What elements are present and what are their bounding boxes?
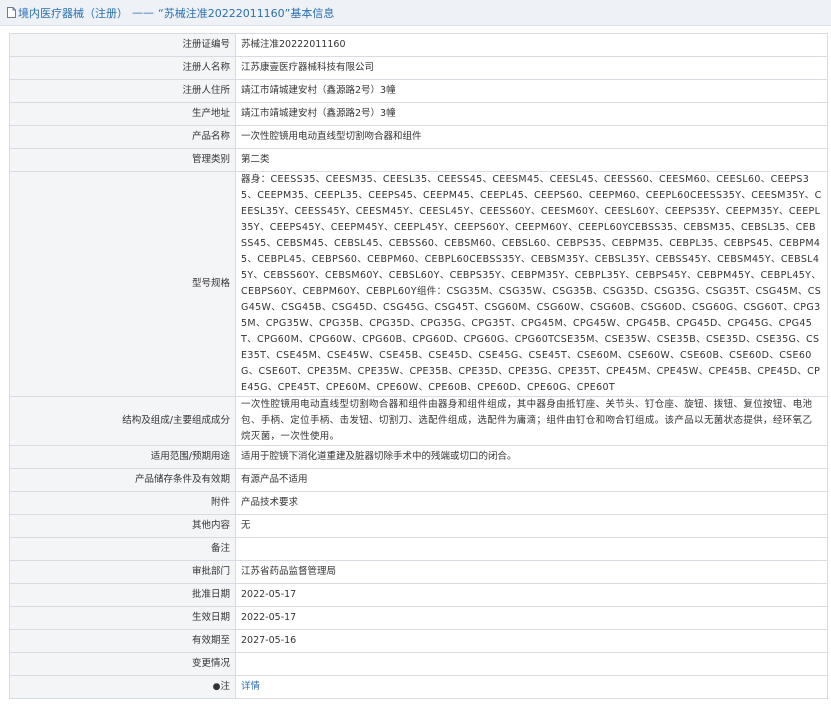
breadcrumb-category[interactable]: 境内医疗器械（注册） <box>18 5 128 21</box>
field-value: 无 <box>235 514 828 538</box>
table-row: 产品储存条件及有效期 有源产品不适用 <box>9 468 828 492</box>
table-row: 有效期至 2027-05-16 <box>9 629 828 653</box>
table-row: 结构及组成/主要组成成分 一次性腔镜用电动直线型切割吻合器和组件由器身和组件组成… <box>9 396 828 446</box>
breadcrumb-record: “苏械注准20222011160” <box>158 6 291 20</box>
field-label: 注 <box>220 681 230 692</box>
field-value: 一次性腔镜用电动直线型切割吻合器和组件 <box>235 125 828 149</box>
field-label: 注册人名称 <box>9 56 236 80</box>
field-label: 产品名称 <box>9 125 236 149</box>
note-label-cell: ●注 <box>9 675 236 699</box>
table-row: 审批部门 江苏省药品监督管理局 <box>9 560 828 584</box>
field-label: 注册证编号 <box>9 33 236 57</box>
field-label: 其他内容 <box>9 514 236 538</box>
breadcrumb-separator: —— <box>132 6 154 19</box>
field-value: 一次性腔镜用电动直线型切割吻合器和组件由器身和组件组成，其中器身由抵钉座、关节头… <box>235 396 828 446</box>
field-label: 审批部门 <box>9 560 236 584</box>
field-label: 附件 <box>9 491 236 515</box>
table-row: 备注 <box>9 537 828 561</box>
field-label: 有效期至 <box>9 629 236 653</box>
field-label: 产品储存条件及有效期 <box>9 468 236 492</box>
field-label: 批准日期 <box>9 583 236 607</box>
table-row: 变更情况 <box>9 652 828 676</box>
table-row: 管理类别 第二类 <box>9 148 828 172</box>
breadcrumb: 境内医疗器械（注册） —— “苏械注准20222011160” 基本信息 <box>0 0 831 26</box>
table-row: 注册人住所 靖江市靖城建安村（鑫源路2号）3幢 <box>9 79 828 103</box>
field-label: 生产地址 <box>9 102 236 126</box>
table-row: 生效日期 2022-05-17 <box>9 606 828 630</box>
table-row: 适用范围/预期用途 适用于腔镜下消化道重建及脏器切除手术中的残端或切口的闭合。 <box>9 445 828 469</box>
field-value: 适用于腔镜下消化道重建及脏器切除手术中的残端或切口的闭合。 <box>235 445 828 469</box>
model-spec-value: 器身：CEESS35、CEESM35、CEESL35、CEESS45、CEESM… <box>235 171 828 397</box>
field-value: 2022-05-17 <box>235 606 828 630</box>
table-row: 批准日期 2022-05-17 <box>9 583 828 607</box>
table-row: 型号规格 器身：CEESS35、CEESM35、CEESL35、CEESS45、… <box>9 171 828 397</box>
field-value: 靖江市靖城建安村（鑫源路2号）3幢 <box>235 102 828 126</box>
field-value: 有源产品不适用 <box>235 468 828 492</box>
table-row: 生产地址 靖江市靖城建安村（鑫源路2号）3幢 <box>9 102 828 126</box>
field-value: 第二类 <box>235 148 828 172</box>
field-label: 备注 <box>9 537 236 561</box>
table-row: 注册人名称 江苏康壹医疗器械科技有限公司 <box>9 56 828 80</box>
field-value <box>235 652 828 676</box>
table-row: 注册证编号 苏械注准20222011160 <box>9 33 828 57</box>
field-label: 型号规格 <box>9 171 236 397</box>
document-icon <box>7 7 16 18</box>
table-row: ●注 详情 <box>9 675 828 699</box>
field-value: 2027-05-16 <box>235 629 828 653</box>
field-value: 2022-05-17 <box>235 583 828 607</box>
field-label: 管理类别 <box>9 148 236 172</box>
field-label: 变更情况 <box>9 652 236 676</box>
field-label: 生效日期 <box>9 606 236 630</box>
field-label: 适用范围/预期用途 <box>9 445 236 469</box>
table-row: 产品名称 一次性腔镜用电动直线型切割吻合器和组件 <box>9 125 828 149</box>
table-row: 附件 产品技术要求 <box>9 491 828 515</box>
field-value: 产品技术要求 <box>235 491 828 515</box>
field-value <box>235 537 828 561</box>
table-row: 其他内容 无 <box>9 514 828 538</box>
field-value: 江苏康壹医疗器械科技有限公司 <box>235 56 828 80</box>
info-table: 注册证编号 苏械注准20222011160 注册人名称 江苏康壹医疗器械科技有限… <box>9 33 828 699</box>
field-value: 江苏省药品监督管理局 <box>235 560 828 584</box>
details-link[interactable]: 详情 <box>241 681 260 692</box>
field-value: 详情 <box>235 675 828 699</box>
field-label: 结构及组成/主要组成成分 <box>9 396 236 446</box>
field-value: 靖江市靖城建安村（鑫源路2号）3幢 <box>235 79 828 103</box>
field-label: 注册人住所 <box>9 79 236 103</box>
breadcrumb-page: 基本信息 <box>290 6 335 20</box>
field-value: 苏械注准20222011160 <box>235 33 828 57</box>
